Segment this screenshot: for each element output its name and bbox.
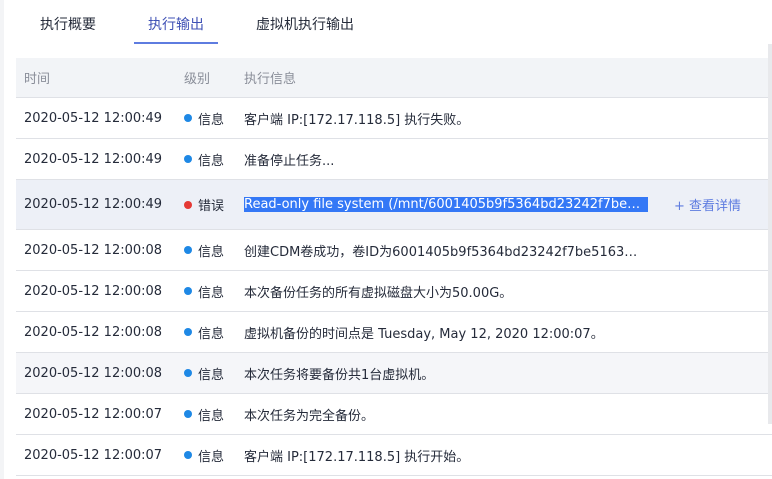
- row-level: 错误: [176, 195, 236, 214]
- tab-vm-execution-output[interactable]: 虚拟机执行输出: [242, 0, 368, 44]
- message-text: 创建CDM卷成功，卷ID为6001405b9f5364bd23242f7be51…: [244, 244, 644, 260]
- info-dot-icon: [184, 114, 192, 122]
- table-row: 2020-05-12 12:00:08 信息 本次备份任务的所有虚拟磁盘大小为5…: [16, 271, 772, 312]
- level-label: 信息: [198, 244, 225, 260]
- view-details-link[interactable]: + 查看详情: [674, 195, 741, 214]
- table-row: 2020-05-12 12:00:49 信息 准备停止任务...: [16, 139, 772, 180]
- row-message: 客户端 IP:[172.17.118.5] 执行开始。: [236, 446, 772, 465]
- row-level: 信息: [176, 150, 236, 169]
- table-row: 2020-05-12 12:00:08 信息 创建CDM卷成功，卷ID为6001…: [16, 230, 772, 271]
- message-text: 本次任务为完全备份。: [244, 408, 375, 424]
- row-level: 信息: [176, 323, 236, 342]
- message-text: 客户端 IP:[172.17.118.5] 执行失败。: [244, 112, 470, 128]
- row-level: 信息: [176, 364, 236, 383]
- message-text: 本次备份任务的所有虚拟磁盘大小为50.00G。: [244, 285, 513, 301]
- row-message: 本次任务为完全备份。: [236, 405, 772, 424]
- message-text: 准备停止任务...: [244, 153, 335, 169]
- table-row: 2020-05-12 12:00:49 信息 客户端 IP:[172.17.11…: [16, 98, 772, 139]
- row-level: 信息: [176, 405, 236, 424]
- table-row: 2020-05-12 12:00:08 信息 本次任务将要备份共1台虚拟机。: [16, 353, 772, 394]
- tab-bar: 执行概要 执行输出 虚拟机执行输出: [4, 0, 772, 45]
- level-label: 错误: [198, 199, 225, 214]
- info-dot-icon: [184, 328, 192, 336]
- info-dot-icon: [184, 369, 192, 377]
- message-text: 客户端 IP:[172.17.118.5] 执行开始。: [244, 449, 470, 465]
- info-dot-icon: [184, 451, 192, 459]
- vertical-scrollbar[interactable]: [768, 44, 772, 424]
- output-table: 时间 级别 执行信息 2020-05-12 12:00:49 信息 客户端 IP…: [16, 58, 772, 476]
- row-message: Read-only file system (/mnt/6001405b9f53…: [236, 195, 772, 214]
- row-level: 信息: [176, 446, 236, 465]
- level-label: 信息: [198, 112, 225, 128]
- row-message: 本次备份任务的所有虚拟磁盘大小为50.00G。: [236, 282, 772, 301]
- row-message: 客户端 IP:[172.17.118.5] 执行失败。: [236, 109, 772, 128]
- row-time: 2020-05-12 12:00:49: [24, 151, 163, 167]
- header-message: 执行信息: [244, 72, 297, 87]
- tab-execution-summary[interactable]: 执行概要: [26, 0, 110, 44]
- level-label: 信息: [198, 153, 225, 169]
- row-level: 信息: [176, 241, 236, 260]
- row-message: 本次任务将要备份共1台虚拟机。: [236, 364, 772, 383]
- info-dot-icon: [184, 155, 192, 163]
- row-time: 2020-05-12 12:00:49: [24, 110, 163, 126]
- message-text: 虚拟机备份的时间点是 Tuesday, May 12, 2020 12:00:0…: [244, 326, 604, 342]
- row-message: 虚拟机备份的时间点是 Tuesday, May 12, 2020 12:00:0…: [236, 323, 772, 342]
- header-level: 级别: [184, 72, 211, 87]
- row-time: 2020-05-12 12:00:08: [24, 242, 163, 258]
- table-row: 2020-05-12 12:00:07 信息 本次任务为完全备份。: [16, 394, 772, 435]
- row-time: 2020-05-12 12:00:07: [24, 447, 163, 463]
- row-time: 2020-05-12 12:00:08: [24, 365, 163, 381]
- row-message: 创建CDM卷成功，卷ID为6001405b9f5364bd23242f7be51…: [236, 241, 772, 260]
- level-label: 信息: [198, 408, 225, 424]
- row-time: 2020-05-12 12:00:49: [24, 197, 163, 212]
- table-row: 2020-05-12 12:00:07 信息 客户端 IP:[172.17.11…: [16, 435, 772, 476]
- page: 执行概要 执行输出 虚拟机执行输出 时间 级别 执行信息 2020-05-12 …: [0, 0, 772, 479]
- tab-execution-output[interactable]: 执行输出: [134, 0, 218, 44]
- table-row-error: 2020-05-12 12:00:49 错误 Read-only file sy…: [16, 180, 772, 230]
- message-text: 本次任务将要备份共1台虚拟机。: [244, 367, 435, 383]
- info-dot-icon: [184, 287, 192, 295]
- row-time: 2020-05-12 12:00:08: [24, 324, 163, 340]
- row-time: 2020-05-12 12:00:07: [24, 406, 163, 422]
- level-label: 信息: [198, 326, 225, 342]
- row-message: 准备停止任务...: [236, 150, 772, 169]
- error-dot-icon: [184, 200, 192, 209]
- table-row: 2020-05-12 12:00:08 信息 虚拟机备份的时间点是 Tuesda…: [16, 312, 772, 353]
- level-label: 信息: [198, 285, 225, 301]
- row-time: 2020-05-12 12:00:08: [24, 283, 163, 299]
- info-dot-icon: [184, 410, 192, 418]
- message-text-selected[interactable]: Read-only file system (/mnt/6001405b9f53…: [244, 197, 648, 212]
- info-dot-icon: [184, 246, 192, 254]
- level-label: 信息: [198, 449, 225, 465]
- level-label: 信息: [198, 367, 225, 383]
- table-header: 时间 级别 执行信息: [16, 58, 772, 98]
- row-level: 信息: [176, 282, 236, 301]
- header-time: 时间: [24, 72, 51, 87]
- row-level: 信息: [176, 109, 236, 128]
- output-panel: 时间 级别 执行信息 2020-05-12 12:00:49 信息 客户端 IP…: [4, 44, 772, 479]
